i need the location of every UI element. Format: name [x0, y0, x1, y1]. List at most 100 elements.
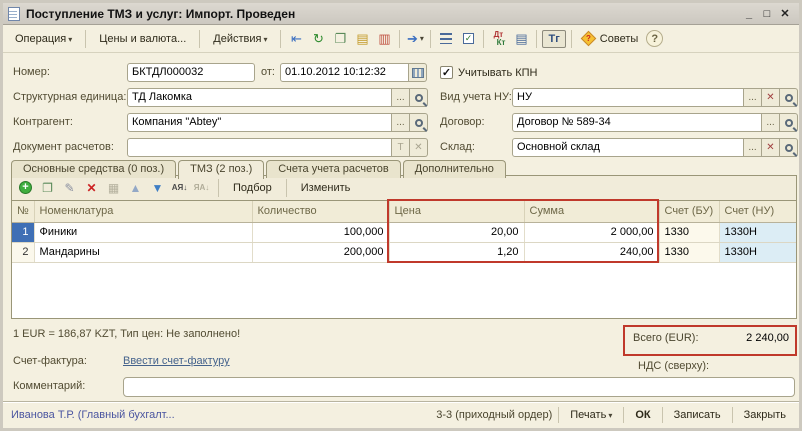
tmz-tab-panel: + ❐ ✎ ✕ ▦ ▲ ▼ АЯ↓ ЯА↓ Подбор Изменить № …: [11, 175, 797, 319]
table-row[interactable]: 2 Мандарины 200,000 1,20 240,00 1330 133…: [12, 242, 796, 262]
close-form-button[interactable]: Закрыть: [739, 406, 791, 424]
magnifier-icon[interactable]: [410, 88, 428, 107]
checklist-icon[interactable]: ✓: [458, 29, 478, 49]
copy-row-icon[interactable]: ❐: [39, 179, 56, 196]
magnifier-icon[interactable]: [410, 113, 428, 132]
ok-button[interactable]: ОК: [630, 406, 655, 424]
statusbar-separator: [623, 407, 624, 423]
account-nu-cell[interactable]: 1330Н: [719, 222, 796, 242]
advice-icon: ?: [581, 31, 597, 47]
status-bar: Иванова Т.Р. (Главный бухгалт... 3-3 (пр…: [3, 401, 799, 428]
register-records-icon[interactable]: ▤: [511, 29, 531, 49]
prices-currency-button[interactable]: Цены и валюта...: [91, 29, 194, 49]
goods-receipt-icon[interactable]: ▤: [352, 29, 372, 49]
contractor-field[interactable]: Компания "Abtey" ...: [127, 113, 428, 132]
clear-icon[interactable]: ✕: [762, 138, 780, 157]
account-bu-cell[interactable]: 1330: [659, 242, 719, 262]
move-down-icon[interactable]: ▼: [149, 179, 166, 196]
save-grid-icon[interactable]: ▦: [105, 179, 122, 196]
sum-cell[interactable]: 2 000,00: [524, 222, 659, 242]
debit-credit-icon[interactable]: ДтКт: [489, 29, 509, 49]
col-account-bu[interactable]: Счет (БУ): [659, 201, 719, 222]
advice-button[interactable]: ? Советы: [577, 31, 644, 47]
help-icon[interactable]: ?: [646, 30, 663, 47]
refresh-icon[interactable]: ↻: [308, 29, 328, 49]
goods-return-icon[interactable]: ▥: [374, 29, 394, 49]
comment-label: Комментарий:: [13, 380, 85, 392]
save-button[interactable]: Записать: [669, 406, 726, 424]
structural-unit-field[interactable]: ТД Лакомка ...: [127, 88, 428, 107]
col-quantity[interactable]: Количество: [252, 201, 389, 222]
ellipsis-button[interactable]: ...: [392, 88, 410, 107]
nomenclature-cell[interactable]: Финики: [34, 222, 252, 242]
nu-kind-label: Вид учета НУ:: [440, 88, 512, 107]
items-table: № Номенклатура Количество Цена Сумма Сче…: [12, 201, 796, 263]
window-title: Поступление ТМЗ и услуг: Импорт. Проведе…: [26, 7, 740, 21]
enter-invoice-link[interactable]: Ввести счет-фактуру: [123, 355, 230, 367]
price-cell[interactable]: 20,00: [389, 222, 524, 242]
tab-tmz[interactable]: ТМЗ (2 поз.): [178, 160, 264, 179]
quantity-cell[interactable]: 200,000: [252, 242, 389, 262]
price-cell[interactable]: 1,20: [389, 242, 524, 262]
change-button[interactable]: Изменить: [295, 180, 357, 196]
copy-document-icon[interactable]: ❐: [330, 29, 350, 49]
actions-menu-button[interactable]: Действия▾: [205, 29, 275, 49]
minimize-button[interactable]: _: [740, 6, 758, 22]
operation-menu-button[interactable]: Операция▾: [7, 29, 80, 49]
move-up-icon[interactable]: ▲: [127, 179, 144, 196]
ellipsis-button[interactable]: ...: [744, 88, 762, 107]
ellipsis-button[interactable]: ...: [392, 113, 410, 132]
nomenclature-cell[interactable]: Мандарины: [34, 242, 252, 262]
date-field[interactable]: 01.10.2012 10:12:32: [280, 63, 427, 82]
clear-icon[interactable]: ✕: [410, 138, 428, 157]
col-price[interactable]: Цена: [389, 201, 524, 222]
number-field[interactable]: БКТДЛ000032: [127, 63, 255, 82]
tenge-accounting-toggle[interactable]: Тг: [542, 30, 565, 48]
delete-row-icon[interactable]: ✕: [83, 179, 100, 196]
row-number-cell[interactable]: 1: [12, 222, 34, 242]
magnifier-icon[interactable]: [780, 113, 798, 132]
close-button[interactable]: ✕: [776, 6, 794, 22]
account-nu-cell[interactable]: 1330Н: [719, 242, 796, 262]
col-sum[interactable]: Сумма: [524, 201, 659, 222]
ellipsis-button[interactable]: ...: [762, 113, 780, 132]
row-number-cell[interactable]: 2: [12, 242, 34, 262]
tab-additional[interactable]: Дополнительно: [403, 160, 506, 178]
add-row-icon[interactable]: +: [17, 179, 34, 196]
contract-field[interactable]: Договор № 589-34 ...: [512, 113, 798, 132]
print-button[interactable]: Печать▾: [565, 406, 617, 424]
quantity-cell[interactable]: 100,000: [252, 222, 389, 242]
tab-fixed-assets[interactable]: Основные средства (0 поз.): [11, 160, 176, 178]
account-bu-cell[interactable]: 1330: [659, 222, 719, 242]
magnifier-icon[interactable]: [780, 88, 798, 107]
col-account-nu[interactable]: Счет (НУ): [719, 201, 796, 222]
structure-list-icon[interactable]: [436, 29, 456, 49]
magnifier-icon[interactable]: [780, 138, 798, 157]
maximize-button[interactable]: □: [758, 6, 776, 22]
vat-label: НДС (сверху):: [638, 360, 709, 372]
pick-button[interactable]: Подбор: [227, 180, 278, 196]
nu-kind-field[interactable]: НУ ... ✕: [512, 88, 798, 107]
edit-row-icon[interactable]: ✎: [61, 179, 78, 196]
comment-input[interactable]: [123, 377, 795, 397]
sort-ascending-icon[interactable]: АЯ↓: [171, 179, 188, 196]
col-number[interactable]: №: [12, 201, 34, 222]
post-document-icon[interactable]: ⇤: [286, 29, 306, 49]
calendar-icon[interactable]: [409, 63, 427, 82]
tab-settlement-accounts[interactable]: Счета учета расчетов: [266, 160, 400, 178]
clear-icon[interactable]: ✕: [762, 88, 780, 107]
contractor-label: Контрагент:: [13, 113, 73, 132]
sum-cell[interactable]: 240,00: [524, 242, 659, 262]
chevron-down-icon: ▾: [608, 411, 612, 420]
col-nomenclature[interactable]: Номенклатура: [34, 201, 252, 222]
warehouse-field[interactable]: Основной склад ... ✕: [512, 138, 798, 157]
ellipsis-button[interactable]: ...: [744, 138, 762, 157]
order-info: 3-3 (приходный ордер): [436, 409, 552, 421]
text-edit-icon[interactable]: T: [392, 138, 410, 157]
statusbar-separator: [558, 407, 559, 423]
settlement-document-field[interactable]: T ✕: [127, 138, 428, 157]
sort-descending-icon[interactable]: ЯА↓: [193, 179, 210, 196]
kpn-checkbox[interactable]: ✓ Учитывать КПН: [440, 63, 538, 82]
table-row[interactable]: 1 Финики 100,000 20,00 2 000,00 1330 133…: [12, 222, 796, 242]
create-based-on-icon[interactable]: ➔▾: [405, 29, 425, 49]
